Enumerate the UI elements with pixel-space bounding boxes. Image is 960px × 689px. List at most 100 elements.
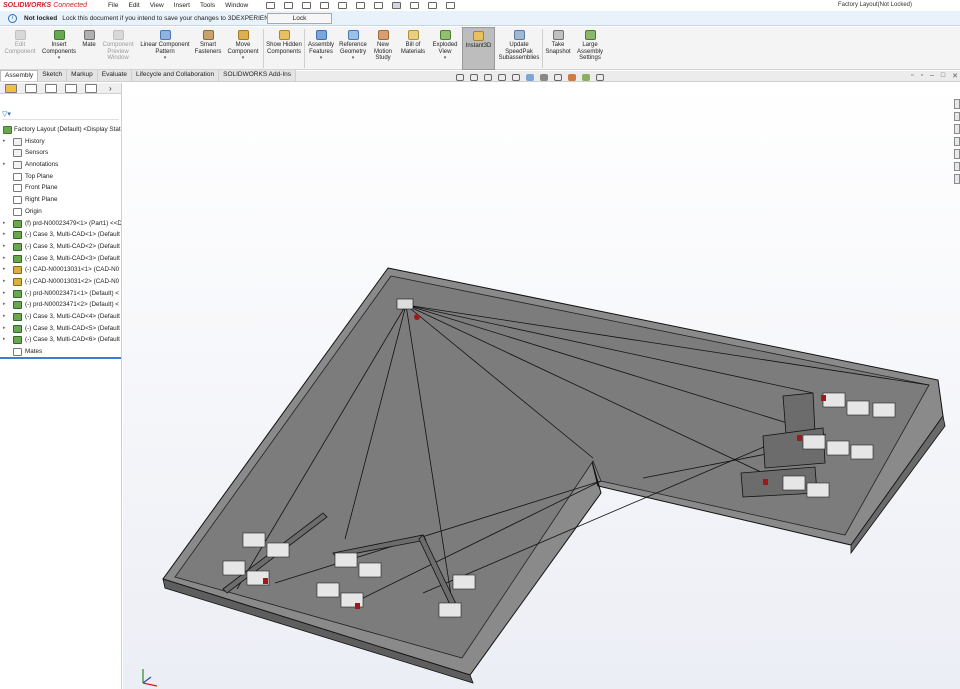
expand-arrow-icon[interactable]: ▸ (3, 334, 8, 346)
home-icon[interactable] (266, 1, 276, 9)
file-properties-icon[interactable] (428, 1, 438, 9)
tab-markup[interactable]: Markup (67, 70, 98, 81)
tab-assembly[interactable]: Assembly (0, 70, 39, 81)
view-palette-icon[interactable] (954, 136, 960, 147)
menu-edit[interactable]: Edit (128, 2, 139, 9)
tree-item[interactable]: ▸ (-) Case 3, Multi-CAD<4> (Default (0, 311, 121, 323)
zoom-to-fit-icon[interactable] (456, 73, 464, 81)
tree-root[interactable]: Factory Layout (Default) <Display State (0, 124, 121, 136)
chevron-right-icon[interactable]: › (109, 84, 112, 93)
app-logo[interactable]: SOLIDWORKS Connected (0, 2, 108, 9)
mate-button[interactable]: Mate (80, 27, 98, 70)
tree-item[interactable]: ▸ Annotations (0, 159, 121, 171)
tree-filter[interactable]: ▽▾ (2, 110, 119, 120)
component-preview-window-button[interactable]: Component Preview Window (99, 27, 137, 70)
menu-tools[interactable]: Tools (200, 2, 215, 9)
expand-arrow-icon[interactable]: ▸ (3, 218, 8, 230)
expand-arrow-icon[interactable]: ▸ (3, 136, 8, 148)
section-view-icon[interactable] (498, 73, 506, 81)
tree-item[interactable]: Front Plane (0, 182, 121, 194)
tree-item[interactable]: ▸ (-) prd-N00023471<2> (Default) < (0, 299, 121, 311)
dynamic-annotation-icon[interactable] (512, 73, 520, 81)
expand-arrow-icon[interactable]: ▸ (3, 311, 8, 323)
filter-funnel-icon[interactable]: ▽▾ (2, 111, 11, 118)
large-assembly-settings-button[interactable]: Large Assembly Settings (574, 27, 606, 70)
tab-evaluate[interactable]: Evaluate (97, 70, 133, 81)
tree-item[interactable]: Mates (0, 346, 121, 358)
chevron-down-icon[interactable]: ▾ (40, 55, 78, 62)
close-icon[interactable]: ✕ (952, 72, 958, 80)
new-motion-study-button[interactable]: New Motion Study (370, 27, 396, 70)
expand-arrow-icon[interactable]: ▸ (3, 159, 8, 171)
open-icon[interactable] (302, 1, 312, 9)
expand-arrow-icon[interactable]: ▸ (3, 253, 8, 265)
configuration-manager-tab-icon[interactable] (45, 83, 57, 93)
instant3d-button[interactable]: Instant3D (462, 27, 495, 70)
design-library-icon[interactable] (954, 111, 960, 122)
menu-insert[interactable]: Insert (174, 2, 190, 9)
tree-item[interactable]: Sensors (0, 147, 121, 159)
rebuild-icon[interactable] (410, 1, 420, 9)
show-hidden-components-button[interactable]: Show Hidden Components (265, 27, 303, 70)
tree-item[interactable]: ▸ (-) CAD-N00013031<2> (CAD-N0 (0, 276, 121, 288)
file-explorer-icon[interactable] (954, 124, 960, 134)
bill-of-materials-button[interactable]: Bill of Materials (398, 27, 428, 70)
hide-show-items-icon[interactable] (554, 73, 562, 81)
edit-appearance-icon[interactable] (568, 73, 576, 81)
chevron-down-icon[interactable]: ▾ (338, 55, 368, 62)
options-gear-icon[interactable] (446, 1, 456, 9)
select-icon[interactable] (392, 1, 402, 9)
expand-arrow-icon[interactable]: ▸ (3, 241, 8, 253)
chevron-down-icon[interactable]: ▾ (430, 55, 460, 62)
custom-properties-icon[interactable] (954, 161, 960, 172)
tree-item[interactable]: Origin (0, 206, 121, 218)
previous-view-icon[interactable] (484, 73, 492, 81)
tree-item[interactable]: ▸ (-) Case 3, Multi-CAD<3> (Default (0, 253, 121, 265)
expand-arrow-icon[interactable]: ▸ (3, 288, 8, 300)
tree-item[interactable]: ▸ (f) prd-N00023479<1> (Part1) <<D (0, 218, 121, 230)
new-document-icon[interactable] (284, 1, 294, 9)
tab-solidworks-add-ins[interactable]: SOLIDWORKS Add-Ins (219, 70, 297, 81)
smart-fasteners-button[interactable]: Smart Fasteners (193, 27, 223, 70)
reference-geometry-button[interactable]: Reference Geometry ▾ (338, 27, 368, 70)
view-settings-icon[interactable] (596, 73, 604, 81)
apply-scene-icon[interactable] (582, 73, 590, 81)
tree-item[interactable]: ▸ History (0, 136, 121, 148)
menu-window[interactable]: Window (225, 2, 248, 9)
chevron-down-icon[interactable]: ▾ (306, 55, 336, 62)
chevron-down-icon[interactable]: ▾ (138, 55, 192, 62)
tab-sketch[interactable]: Sketch (38, 70, 68, 81)
tab-lifecycle-and-collaboration[interactable]: Lifecycle and Collaboration (132, 70, 220, 81)
restore-window-icon[interactable]: ▫ (921, 72, 923, 80)
maximize-icon[interactable]: □ (941, 72, 945, 80)
expand-arrow-icon[interactable]: ▸ (3, 229, 8, 241)
take-snapshot-button[interactable]: Take Snapshot (544, 27, 572, 70)
exploded-view-button[interactable]: Exploded View ▾ (430, 27, 460, 70)
update-speedpak-button[interactable]: Update SpeedPak Subassemblies (497, 27, 541, 70)
display-style-icon[interactable] (540, 73, 548, 81)
property-manager-tab-icon[interactable] (25, 83, 37, 93)
tree-item[interactable]: ▸ (-) Case 3, Multi-CAD<1> (Default (0, 229, 121, 241)
chevron-down-icon[interactable]: ▾ (225, 55, 261, 62)
display-manager-tab-icon[interactable] (85, 83, 97, 93)
dimxpert-manager-tab-icon[interactable] (65, 83, 77, 93)
redo-icon[interactable] (374, 1, 384, 9)
graphics-viewport[interactable] (123, 83, 960, 689)
edit-component-button[interactable]: Edit Component (2, 27, 38, 70)
menu-file[interactable]: File (108, 2, 118, 9)
feature-manager-tab-icon[interactable] (5, 83, 17, 93)
solidworks-resources-icon[interactable] (954, 99, 960, 109)
tree-item[interactable]: ▸ (-) prd-N00023471<1> (Default) < (0, 288, 121, 300)
expand-arrow-icon[interactable]: ▸ (3, 323, 8, 335)
move-component-button[interactable]: Move Component ▾ (225, 27, 261, 70)
tree-item[interactable]: Right Plane (0, 194, 121, 206)
view-orientation-icon[interactable] (526, 73, 534, 81)
appearances-icon[interactable] (954, 149, 960, 159)
minimize-icon[interactable]: – (930, 72, 934, 80)
expand-arrow-icon[interactable]: ▸ (3, 264, 8, 276)
menu-view[interactable]: View (150, 2, 164, 9)
tile-icon[interactable]: ▫ (911, 72, 913, 80)
assembly-features-button[interactable]: Assembly Features ▾ (306, 27, 336, 70)
tree-item[interactable]: Top Plane (0, 171, 121, 183)
print-icon[interactable] (338, 1, 348, 9)
